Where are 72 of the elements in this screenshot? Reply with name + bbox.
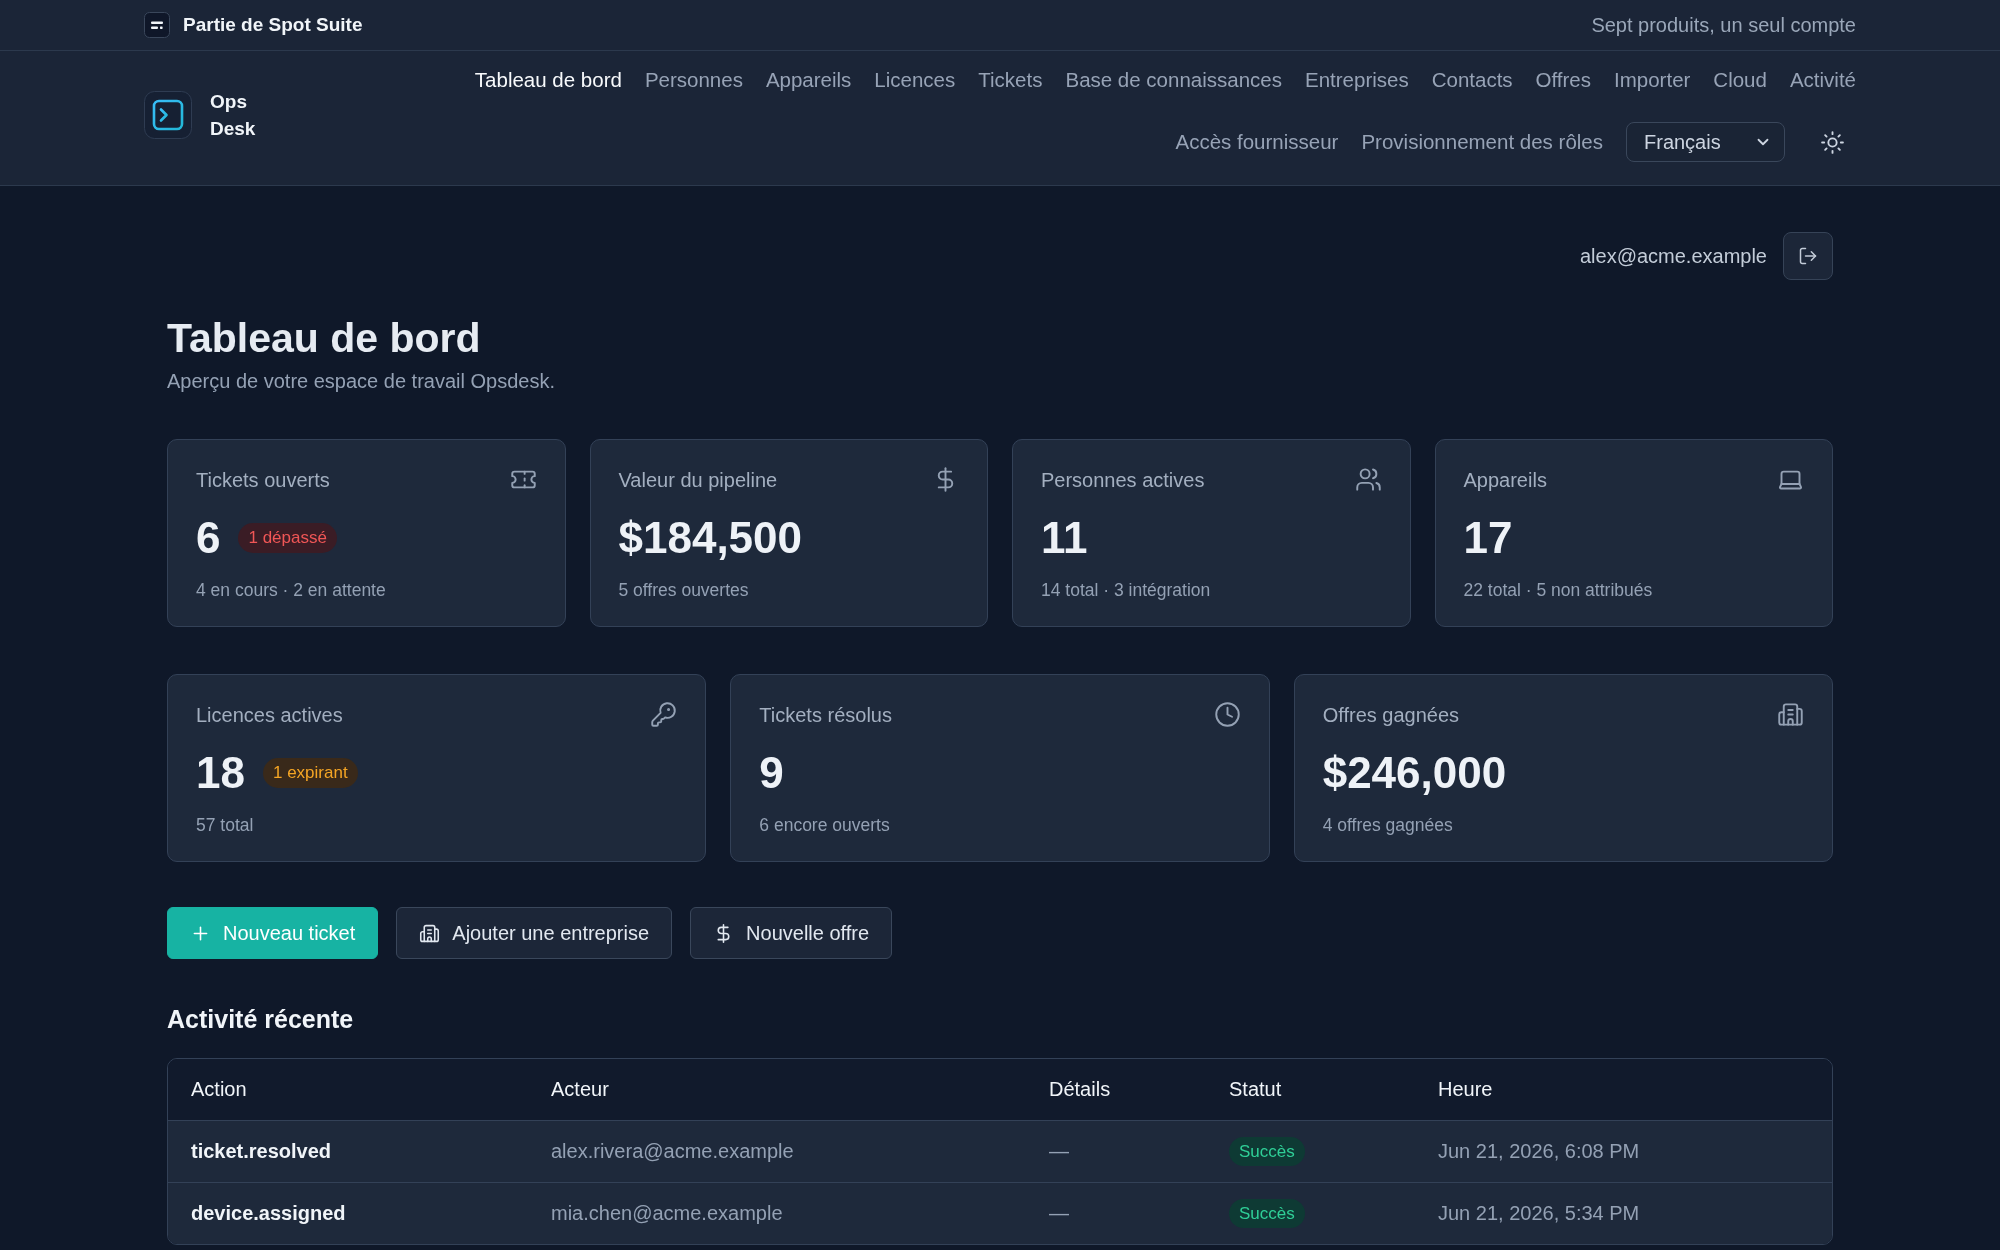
stat-label: Valeur du pipeline xyxy=(618,467,778,492)
clock-icon xyxy=(1213,701,1241,728)
logout-button[interactable] xyxy=(1783,232,1833,280)
nav-link[interactable]: Activité xyxy=(1789,68,1856,92)
stat-note: 5 offres ouvertes xyxy=(618,579,750,601)
building-icon xyxy=(419,922,441,944)
stat-note: 4 offres gagnées xyxy=(1322,814,1454,836)
nav-link[interactable]: Appareils xyxy=(765,68,852,92)
stat-label: Tickets ouverts xyxy=(196,467,330,492)
nav-link[interactable]: Accès fournisseur xyxy=(1175,130,1339,154)
stat-value: $184,500 xyxy=(618,512,803,564)
people-icon xyxy=(1354,466,1382,493)
user-email: alex@acme.example xyxy=(1579,244,1767,268)
suite-tagline: Sept produits, un seul compte xyxy=(1591,13,1856,37)
stat-label: Offres gagnées xyxy=(1322,702,1460,727)
stat-value: 18 xyxy=(196,747,245,799)
stat-value: 6 xyxy=(196,512,221,564)
lines-logo-icon xyxy=(144,12,170,38)
event-time: Jun 21, 2026, 5:34 PM xyxy=(1438,1202,1640,1225)
sun-icon xyxy=(1819,129,1845,155)
details-text: — xyxy=(1049,1202,1069,1225)
column-header: Statut xyxy=(1229,1078,1282,1101)
action-name: device.assigned xyxy=(191,1202,346,1225)
action-name: ticket.resolved xyxy=(191,1140,332,1163)
event-time: Jun 21, 2026, 6:08 PM xyxy=(1438,1140,1640,1163)
building-icon xyxy=(1777,701,1804,728)
column-header: Détails xyxy=(1049,1078,1111,1101)
stat-label: Personnes actives xyxy=(1041,467,1205,492)
terminal-logo-icon xyxy=(144,91,192,139)
stat-note: 6 encore ouverts xyxy=(759,814,891,836)
stat-note: 14 total · 3 intégration xyxy=(1041,579,1212,601)
app-name: Ops Desk xyxy=(210,90,257,141)
logout-icon xyxy=(1798,246,1818,266)
page-title: Tableau de bord xyxy=(167,314,481,363)
actor-email: mia.chen@acme.example xyxy=(551,1202,783,1225)
stat-value: $246,000 xyxy=(1322,747,1507,799)
nav-link[interactable]: Provisionnement des rôles xyxy=(1361,130,1603,154)
stat-label: Licences actives xyxy=(196,702,343,727)
stat-value: 17 xyxy=(1463,512,1513,564)
stat-note: 57 total xyxy=(196,814,255,836)
nav-link[interactable]: Personnes xyxy=(644,68,743,92)
section-title: Activité récente xyxy=(167,1004,354,1035)
nav-link[interactable]: Base de connaissances xyxy=(1065,68,1282,92)
nav-link[interactable]: Cloud xyxy=(1713,68,1767,92)
nav-link[interactable]: Entreprises xyxy=(1305,68,1409,92)
language-select[interactable]: Français xyxy=(1626,122,1785,162)
nav-link[interactable]: Licences xyxy=(874,68,956,92)
status-badge: Succès xyxy=(1229,1199,1305,1228)
nav-link[interactable]: Tickets xyxy=(978,68,1043,92)
stat-note: 22 total · 5 non attribués xyxy=(1463,579,1654,601)
stat-label: Tickets résolus xyxy=(759,702,892,727)
key-icon xyxy=(650,701,678,728)
column-header: Acteur xyxy=(551,1078,609,1101)
status-badge: Succès xyxy=(1229,1137,1305,1166)
nav-link[interactable]: Offres xyxy=(1535,68,1592,92)
action-button[interactable]: Nouvelle offre xyxy=(690,907,893,959)
details-text: — xyxy=(1049,1140,1069,1163)
alert-badge: 1 dépassé xyxy=(238,523,337,553)
actor-email: alex.rivera@acme.example xyxy=(551,1140,794,1163)
stat-note: 4 en cours · 2 en attente xyxy=(196,579,387,601)
stat-label: Appareils xyxy=(1463,467,1547,492)
nav-link[interactable]: Importer xyxy=(1614,68,1691,92)
nav-link[interactable]: Tableau de bord xyxy=(474,68,622,92)
column-header: Action xyxy=(191,1078,247,1101)
alert-badge: 1 expirant xyxy=(262,758,358,788)
action-button[interactable]: Ajouter une entreprise xyxy=(396,907,673,959)
stat-value: 11 xyxy=(1041,512,1088,564)
suite-name: Partie de Spot Suite xyxy=(183,14,363,36)
column-header: Heure xyxy=(1438,1078,1493,1101)
nav-link[interactable]: Contacts xyxy=(1431,68,1513,92)
stat-value: 9 xyxy=(759,747,784,799)
page-subtitle: Aperçu de votre espace de travail Opsdesk. xyxy=(167,369,555,394)
